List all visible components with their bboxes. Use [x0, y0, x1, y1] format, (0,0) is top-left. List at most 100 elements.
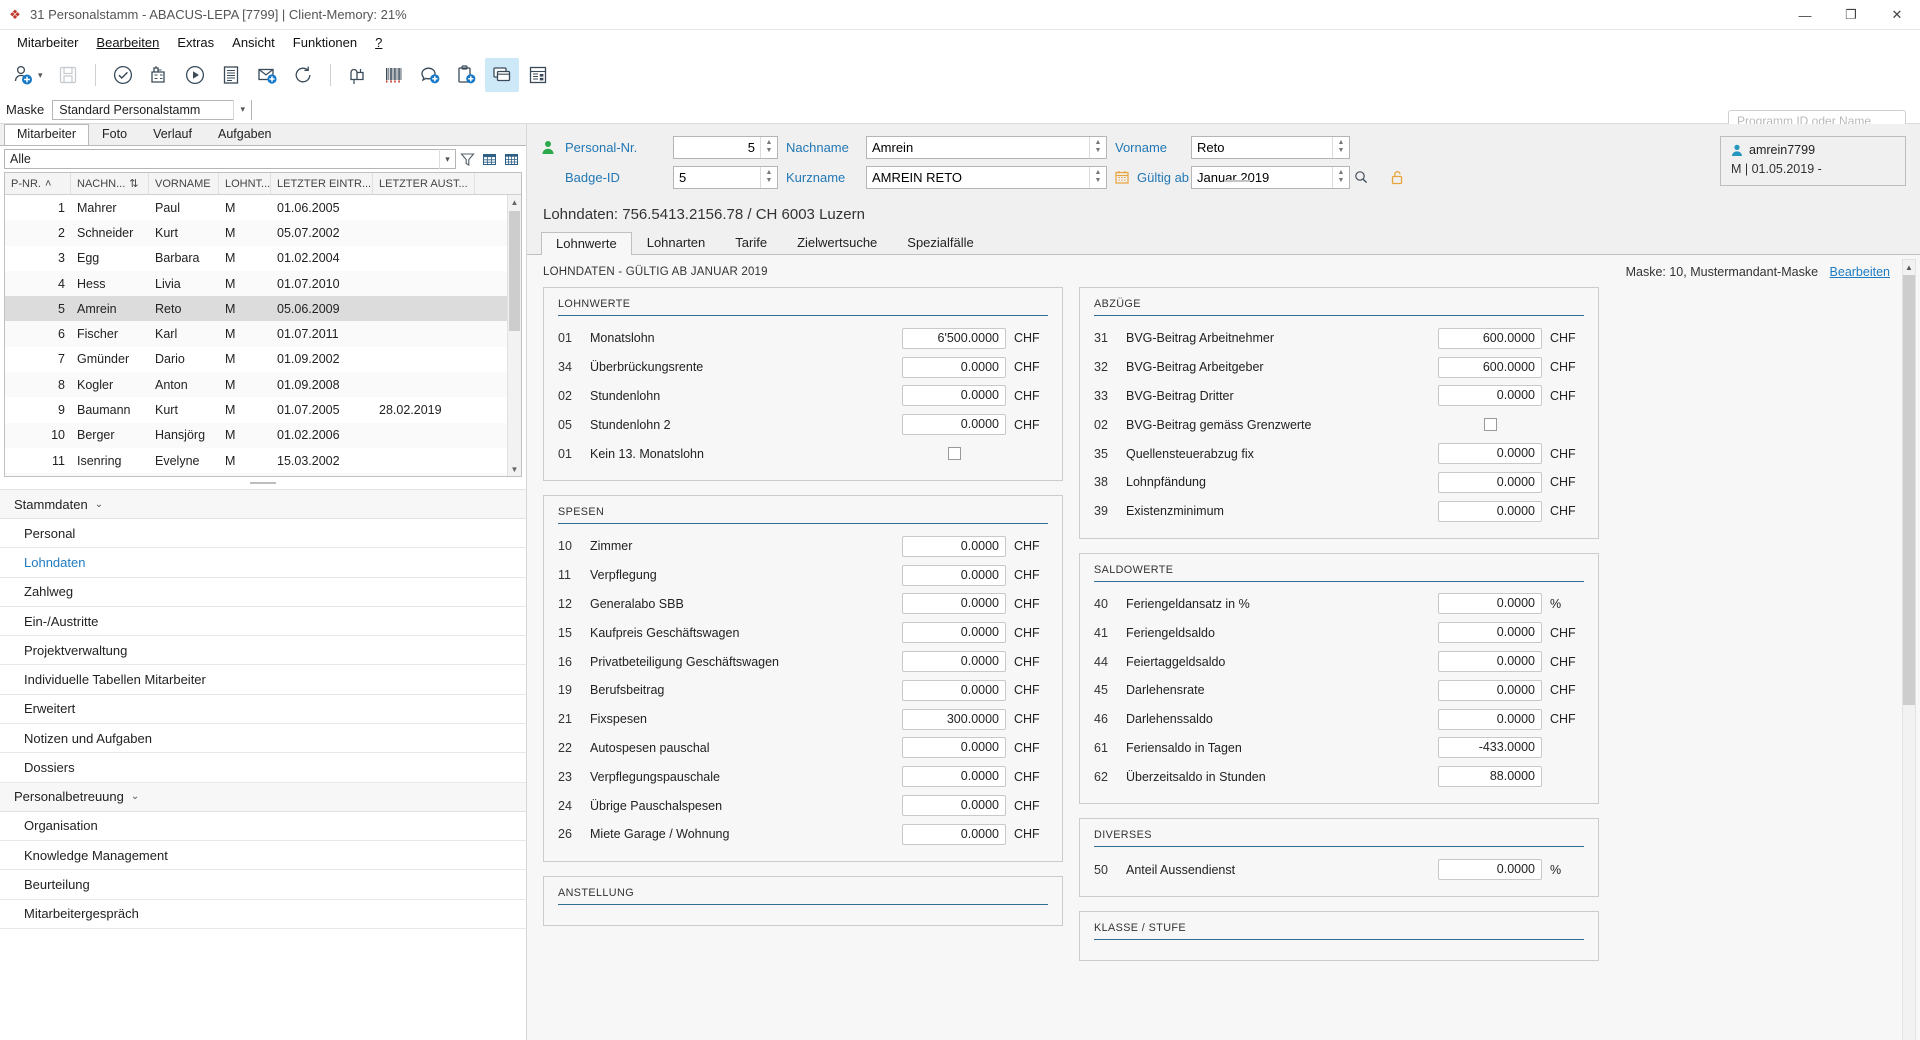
- field-value-input[interactable]: 0.0000: [1438, 859, 1542, 881]
- spinner-icon[interactable]: ▲ ▼: [1332, 166, 1349, 188]
- menu-help[interactable]: ?: [366, 33, 391, 52]
- table-row[interactable]: 7 Gmünder Dario M 01.09.2002: [5, 347, 521, 372]
- table-row[interactable]: 12ZügerMartinM01.11.201130.11.2017: [5, 473, 521, 476]
- maske-edit-link[interactable]: Bearbeiten: [1830, 265, 1890, 279]
- chevron-down-icon[interactable]: ▾: [439, 149, 455, 169]
- field-value-input[interactable]: 0.0000: [902, 535, 1006, 557]
- field-value-input[interactable]: 0.0000: [1438, 443, 1542, 465]
- list-icon[interactable]: [214, 58, 248, 92]
- scroll-up-icon[interactable]: ▲: [508, 195, 521, 209]
- windows-icon[interactable]: [484, 58, 519, 92]
- calculator-icon[interactable]: [142, 58, 176, 92]
- field-value-input[interactable]: 600.0000: [1438, 327, 1542, 349]
- table-row[interactable]: 1 Mahrer Paul M 01.06.2005: [5, 195, 521, 220]
- field-value-input[interactable]: 0.0000: [1438, 471, 1542, 493]
- grid-icon[interactable]: [478, 148, 500, 170]
- field-value-input[interactable]: 0.0000: [902, 356, 1006, 378]
- tab-zielwertsuche[interactable]: Zielwertsuche: [782, 231, 892, 254]
- field-value-input[interactable]: 0.0000: [1438, 500, 1542, 522]
- field-value-input[interactable]: 0.0000: [902, 622, 1006, 644]
- clipboard-add-icon[interactable]: [449, 58, 483, 92]
- field-checkbox[interactable]: [1483, 418, 1497, 432]
- field-value-input[interactable]: 300.0000: [902, 708, 1006, 730]
- sidebar-item-knowledge-management[interactable]: Knowledge Management: [0, 841, 526, 871]
- nav-group-personalbetreuung[interactable]: Personalbetreuung ⌄: [0, 782, 526, 812]
- mail-add-icon[interactable]: [250, 58, 284, 92]
- menu-extras[interactable]: Extras: [168, 33, 223, 52]
- sidebar-item-personal[interactable]: Personal: [0, 519, 526, 549]
- table-row[interactable]: 6 Fischer Karl M 01.07.2011: [5, 321, 521, 347]
- table-icon[interactable]: [500, 148, 522, 170]
- menu-funktionen[interactable]: Funktionen: [284, 33, 366, 52]
- barcode-icon[interactable]: [377, 58, 411, 92]
- play-icon[interactable]: [178, 58, 212, 92]
- comment-add-icon[interactable]: [413, 58, 447, 92]
- close-button[interactable]: ✕: [1874, 0, 1920, 30]
- personalnr-input[interactable]: [674, 136, 760, 158]
- tab-lohnwerte[interactable]: Lohnwerte: [541, 232, 632, 255]
- mailbox-icon[interactable]: [341, 58, 375, 92]
- table-row[interactable]: 4 Hess Livia M 01.07.2010: [5, 270, 521, 297]
- tab-spezialfaelle[interactable]: Spezialfälle: [892, 231, 989, 254]
- tab-aufgaben[interactable]: Aufgaben: [205, 124, 285, 145]
- col-header-nachname[interactable]: NACHN... ⇅: [71, 173, 149, 194]
- nav-group-stammdaten[interactable]: Stammdaten ⌄: [0, 490, 526, 519]
- sidebar-item-organisation[interactable]: Organisation: [0, 812, 526, 841]
- tab-foto[interactable]: Foto: [89, 124, 140, 145]
- field-value-input[interactable]: 0.0000: [902, 766, 1006, 788]
- field-value-input[interactable]: 0.0000: [1438, 622, 1542, 644]
- sidebar-item-beurteilung[interactable]: Beurteilung: [0, 870, 526, 900]
- field-value-input[interactable]: 88.0000: [1438, 766, 1542, 788]
- scroll-thumb[interactable]: [509, 211, 520, 331]
- chevron-down-icon[interactable]: ▾: [233, 99, 252, 120]
- spinner-icon[interactable]: ▲ ▼: [760, 136, 777, 158]
- badgeid-input[interactable]: [674, 166, 760, 188]
- table-row[interactable]: 5 Amrein Reto M 05.06.2009: [5, 296, 521, 322]
- layout-icon[interactable]: [521, 58, 555, 92]
- grid-scrollbar[interactable]: ▲ ▼: [507, 195, 521, 476]
- field-value-input[interactable]: 0.0000: [902, 651, 1006, 673]
- chevron-down-icon[interactable]: ⌄: [131, 791, 139, 802]
- spinner-icon[interactable]: ▲ ▼: [760, 166, 777, 188]
- col-header-pnr[interactable]: P-NR. ˄: [5, 173, 71, 194]
- badgeid-field[interactable]: ▲▼: [673, 165, 778, 189]
- vorname-input[interactable]: [1192, 136, 1332, 158]
- col-header-vorname[interactable]: VORNAME: [149, 173, 219, 194]
- scroll-up-icon[interactable]: ▲: [1903, 260, 1915, 274]
- tab-mitarbeiter[interactable]: Mitarbeiter: [4, 124, 90, 145]
- field-value-input[interactable]: 0.0000: [1438, 679, 1542, 701]
- field-value-input[interactable]: 6'500.0000: [902, 327, 1006, 349]
- sidebar-item-zahlweg[interactable]: Zahlweg: [0, 578, 526, 607]
- vorname-field[interactable]: ▲▼: [1191, 135, 1350, 159]
- nachname-input[interactable]: [867, 136, 1089, 158]
- save-icon[interactable]: [51, 58, 85, 92]
- spinner-icon[interactable]: ▲ ▼: [1332, 136, 1349, 158]
- sidebar-item-ein-austritte[interactable]: Ein-/Austritte: [0, 607, 526, 637]
- unlock-icon[interactable]: [1390, 170, 1414, 185]
- scroll-down-icon[interactable]: ▼: [508, 462, 521, 476]
- field-value-input[interactable]: 0.0000: [1438, 708, 1542, 730]
- tab-verlauf[interactable]: Verlauf: [140, 124, 205, 145]
- refresh-icon[interactable]: [286, 58, 320, 92]
- maximize-button[interactable]: ❐: [1828, 0, 1874, 30]
- sidebar-item-dossiers[interactable]: Dossiers: [0, 753, 526, 783]
- table-row[interactable]: 8 Kogler Anton M 01.09.2008: [5, 372, 521, 398]
- col-header-lohntyp[interactable]: LOHNT...: [219, 173, 271, 194]
- tab-lohnarten[interactable]: Lohnarten: [632, 231, 721, 254]
- funnel-icon[interactable]: [456, 148, 478, 170]
- filter-select[interactable]: Alle ▾: [4, 149, 456, 169]
- col-header-letzter-eintritt[interactable]: LETZTER EINTR...: [271, 173, 373, 194]
- table-row[interactable]: 2 Schneider Kurt M 05.07.2002: [5, 220, 521, 246]
- pane-splitter[interactable]: [0, 477, 526, 489]
- menu-bearbeiten[interactable]: Bearbeiten: [87, 33, 168, 52]
- content-scrollbar[interactable]: ▲ ▼: [1902, 259, 1916, 1040]
- table-row[interactable]: 3 Egg Barbara M 01.02.2004: [5, 246, 521, 271]
- sidebar-item-erweitert[interactable]: Erweitert: [0, 695, 526, 725]
- sidebar-item-notizen-und-aufgaben[interactable]: Notizen und Aufgaben: [0, 724, 526, 754]
- spinner-icon[interactable]: ▲ ▼: [1089, 166, 1106, 188]
- field-value-input[interactable]: 0.0000: [902, 564, 1006, 586]
- table-row[interactable]: 9 Baumann Kurt M 01.07.2005 28.02.2019: [5, 397, 521, 422]
- gueltigab-input[interactable]: [1192, 166, 1332, 188]
- field-value-input[interactable]: 0.0000: [902, 385, 1006, 407]
- table-row[interactable]: 10 Berger Hansjörg M 01.02.2006: [5, 422, 521, 448]
